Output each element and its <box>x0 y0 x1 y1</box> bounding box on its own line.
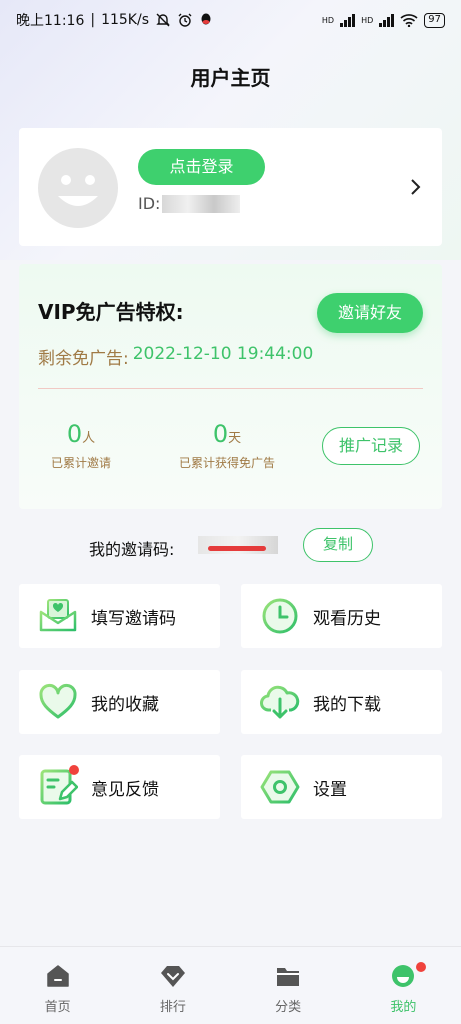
earned-stat: 0天 已累计获得免广告 <box>179 420 275 471</box>
fill-invite-code-item[interactable]: 填写邀请码 <box>19 584 220 648</box>
settings-item[interactable]: 设置 <box>241 755 442 819</box>
login-button[interactable]: 点击登录 <box>138 149 265 185</box>
copy-button[interactable]: 复制 <box>303 528 373 562</box>
cloud-download-icon <box>260 685 300 719</box>
earned-caption: 已累计获得免广告 <box>179 456 276 470</box>
invite-code-label: 我的邀请码: <box>89 540 175 559</box>
user-id-label: ID: <box>138 194 161 213</box>
mute-bell-icon <box>156 13 170 27</box>
tab-profile[interactable]: 我的 <box>346 947 461 1024</box>
status-bar: 晚上11:16 | 115K/s HD HD 97 <box>0 0 461 40</box>
hd-badge: HD <box>321 15 335 25</box>
invited-caption: 已累计邀请 <box>51 456 112 470</box>
signal-icon <box>340 13 356 27</box>
invite-code-row: 我的邀请码: 复制 <box>0 528 461 564</box>
tab-ranking-label: 排行 <box>159 1000 186 1015</box>
fill-invite-code-label: 填写邀请码 <box>91 608 176 629</box>
tab-ranking[interactable]: 排行 <box>115 947 230 1024</box>
clock-icon <box>262 598 298 634</box>
category-icon <box>277 968 300 986</box>
earned-count: 0 <box>212 420 229 448</box>
status-time: 晚上11:16 <box>16 13 85 29</box>
feedback-item[interactable]: 意见反馈 <box>19 755 220 819</box>
vip-title: VIP免广告特权: <box>38 300 184 324</box>
home-icon <box>46 965 69 987</box>
redacted-invite-code <box>198 536 278 554</box>
earned-unit: 天 <box>228 431 242 446</box>
tab-category-label: 分类 <box>275 1000 302 1015</box>
bottom-tab-bar: 首页 排行 分类 我的 <box>0 946 461 1024</box>
remaining-value: 2022-12-10 19:44:00 <box>132 344 314 364</box>
downloads-label: 我的下载 <box>313 694 381 715</box>
notification-dot <box>415 962 426 972</box>
smiley-avatar-icon <box>58 175 98 206</box>
chevron-right-icon[interactable] <box>404 176 426 198</box>
watch-history-item[interactable]: 观看历史 <box>241 584 442 648</box>
signal-icon <box>379 13 395 27</box>
tab-profile-label: 我的 <box>390 1000 417 1015</box>
network-speed: 115K/s <box>101 12 149 28</box>
qq-icon <box>201 13 211 25</box>
favorites-label: 我的收藏 <box>91 694 159 715</box>
avatar[interactable] <box>38 148 118 228</box>
invited-count: 0 <box>66 420 83 448</box>
watch-history-label: 观看历史 <box>313 608 381 629</box>
tab-home-label: 首页 <box>44 1000 71 1015</box>
tab-category[interactable]: 分类 <box>231 947 346 1024</box>
settings-label: 设置 <box>313 779 347 800</box>
battery-icon: 97 <box>424 12 445 28</box>
invited-unit: 人 <box>82 431 96 446</box>
feedback-icon-wrap <box>38 765 79 807</box>
downloads-item[interactable]: 我的下载 <box>241 670 442 734</box>
invite-friends-button[interactable]: 邀请好友 <box>317 293 423 333</box>
alarm-icon <box>178 13 192 27</box>
feedback-label: 意见反馈 <box>91 779 159 800</box>
page-title: 用户主页 <box>190 66 271 90</box>
redacted-id <box>162 194 241 213</box>
remaining-label: 剩余免广告: <box>38 349 129 369</box>
heart-icon <box>39 684 77 719</box>
hexagon-settings-icon <box>260 770 300 804</box>
user-id: ID: <box>138 194 241 213</box>
envelope-heart-icon <box>39 599 77 632</box>
vip-card: VIP免广告特权: 邀请好友 剩余免广告: 2022-12-10 19:44:0… <box>19 264 442 509</box>
profile-icon <box>392 965 415 987</box>
hd-badge: HD <box>361 15 374 25</box>
remaining-ad-free: 剩余免广告: 2022-12-10 19:44:00 <box>38 344 313 369</box>
favorites-item[interactable]: 我的收藏 <box>19 670 220 734</box>
invited-stat: 0人 已累计邀请 <box>51 420 111 471</box>
ranking-icon <box>160 966 185 987</box>
profile-card[interactable]: 点击登录 ID: <box>19 128 442 246</box>
notification-dot <box>69 765 79 775</box>
promotion-records-button[interactable]: 推广记录 <box>322 427 420 465</box>
tab-home[interactable]: 首页 <box>0 947 115 1024</box>
wifi-icon <box>400 14 418 27</box>
divider <box>38 388 423 389</box>
